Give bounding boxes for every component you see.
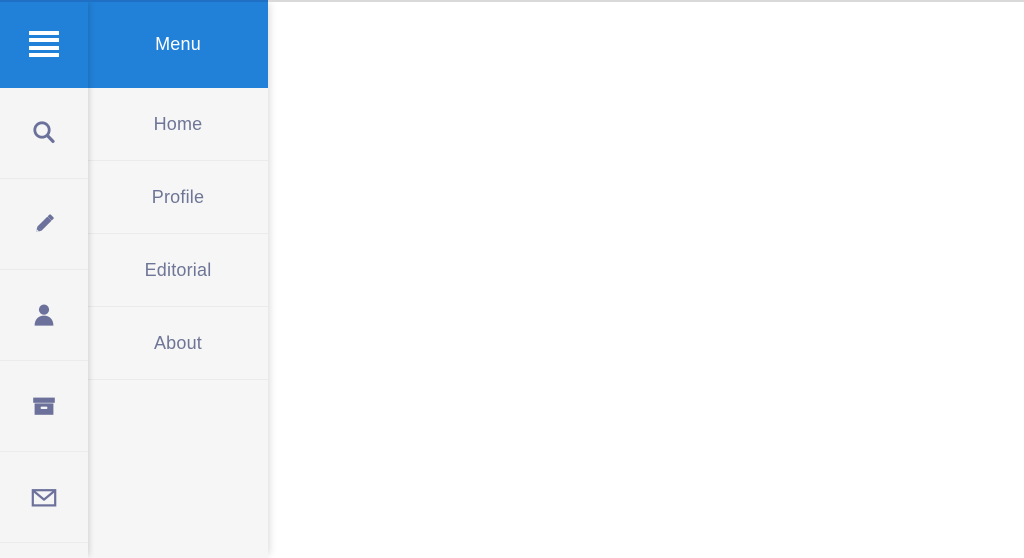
search-icon: [29, 118, 59, 148]
menu-item-about[interactable]: About: [88, 307, 268, 380]
hamburger-icon: [29, 31, 59, 57]
app-root: Menu Home Profile Editorial About: [0, 0, 1024, 558]
rail-item-mail[interactable]: [0, 452, 88, 543]
menu-item-editorial[interactable]: Editorial: [88, 234, 268, 307]
archive-icon: [29, 391, 59, 421]
menu-item-label: About: [153, 332, 203, 353]
rail-item-profile[interactable]: [0, 270, 88, 361]
pencil-icon: [29, 209, 59, 239]
rail-item-search[interactable]: [0, 88, 88, 179]
menu-panel-title: Menu: [155, 33, 201, 54]
menu-list: Home Profile Editorial About: [88, 88, 268, 380]
menu-item-label: Profile: [151, 186, 205, 207]
hamburger-bar: [29, 31, 59, 35]
envelope-icon: [29, 482, 59, 512]
icon-rail: [0, 0, 88, 558]
menu-toggle-button[interactable]: [0, 0, 88, 88]
menu-item-label: Editorial: [144, 259, 212, 280]
menu-panel: Menu Home Profile Editorial About: [88, 0, 268, 558]
user-icon: [29, 300, 59, 330]
hamburger-bar: [29, 45, 59, 50]
content-area: [268, 0, 1024, 558]
rail-item-edit[interactable]: [0, 179, 88, 270]
hamburger-bar: [29, 38, 59, 43]
top-hairline-right: [268, 0, 1024, 2]
menu-panel-header: Menu: [88, 0, 268, 88]
menu-item-profile[interactable]: Profile: [88, 161, 268, 234]
hamburger-bar: [29, 52, 59, 57]
rail-item-archive[interactable]: [0, 361, 88, 452]
menu-item-home[interactable]: Home: [88, 88, 268, 161]
menu-item-label: Home: [153, 113, 203, 134]
